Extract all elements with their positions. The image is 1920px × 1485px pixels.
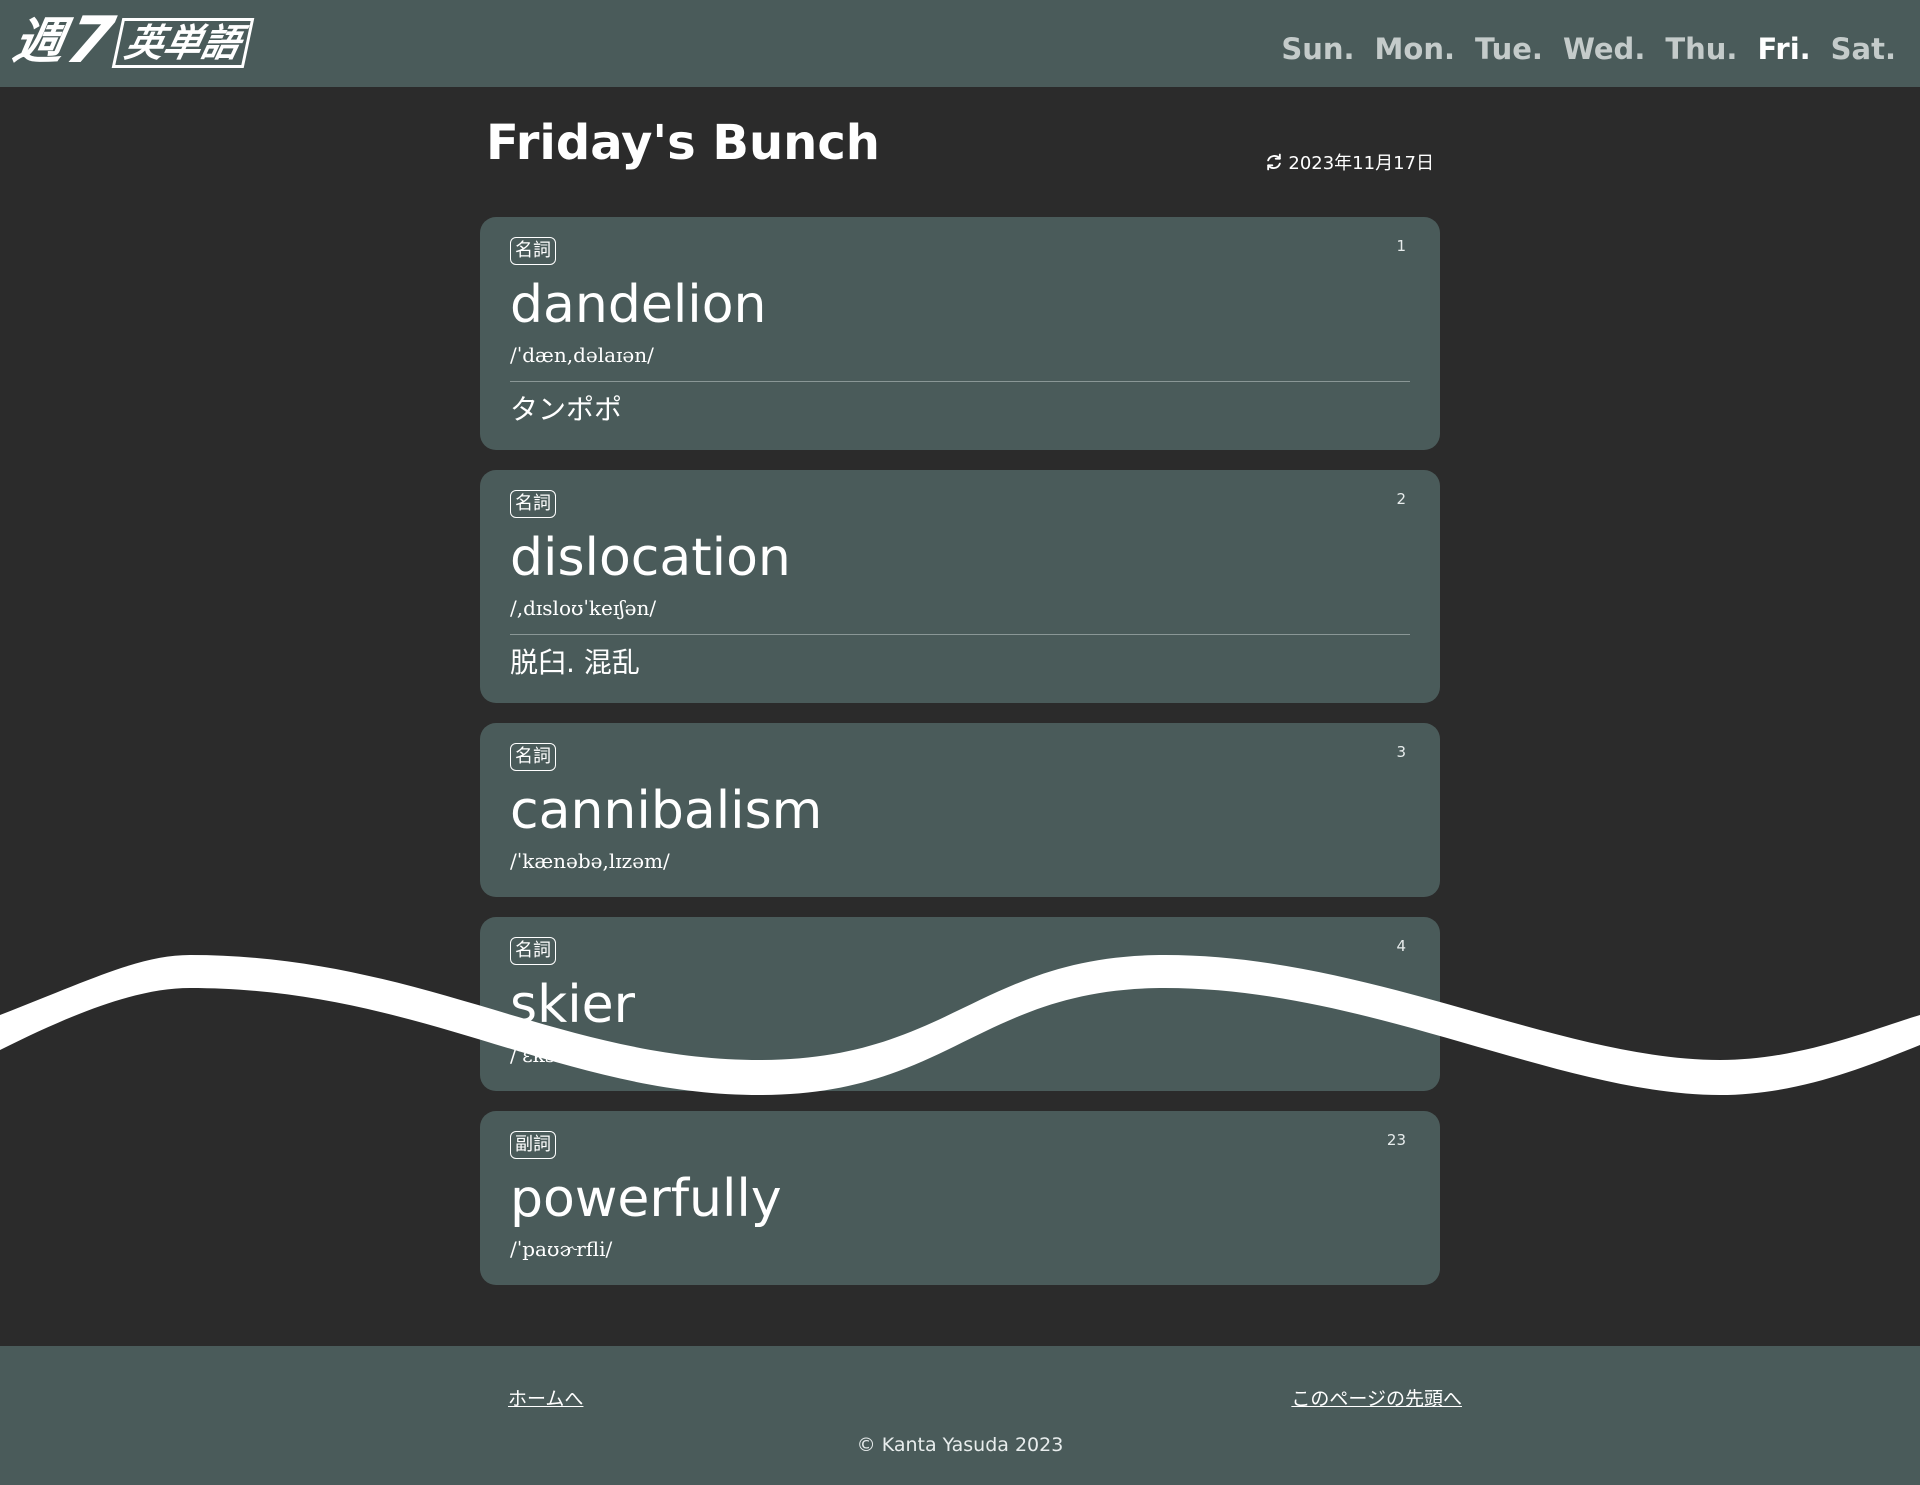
word-card: 2 名詞 dislocation /,dɪsloʊˈkeɪʃən/ 脱臼. 混乱 (480, 470, 1440, 703)
page-title: Friday's Bunch (486, 115, 880, 171)
card-number: 4 (1396, 937, 1406, 955)
page: 週 7 英単語 Sun. Mon. Tue. Wed. Thu. Fri. Sa… (0, 0, 1920, 1485)
header: 週 7 英単語 Sun. Mon. Tue. Wed. Thu. Fri. Sa… (0, 0, 1920, 87)
word-heading: cannibalism (510, 781, 823, 841)
card-number: 23 (1386, 1131, 1406, 1149)
part-of-speech-badge: 名詞 (510, 743, 556, 771)
part-of-speech-badge: 名詞 (510, 490, 556, 518)
main-content: Friday's Bunch 2023年11月17日 1 名詞 dandelio… (480, 87, 1440, 1305)
updated-date: 2023年11月17日 (1264, 149, 1434, 175)
part-of-speech-badge: 名詞 (510, 237, 556, 265)
nav-mon[interactable]: Mon. (1375, 32, 1455, 66)
logo[interactable]: 週 7 英単語 (9, 4, 254, 78)
updated-date-text: 2023年11月17日 (1288, 153, 1434, 174)
back-to-top-link[interactable]: このページの先頭へ (1291, 1384, 1462, 1411)
logo-kanji: 週 (8, 12, 70, 70)
card-number: 2 (1396, 490, 1406, 508)
pronunciation: /ˈkænəbə,lɪzəm/ (510, 849, 670, 873)
word-heading: dislocation (510, 528, 791, 588)
word-card: 1 名詞 dandelion /ˈdæn,dəlaɪən/ タンポポ (480, 217, 1440, 450)
pronunciation: /ˈdæn,dəlaɪən/ (510, 343, 654, 367)
nav-fri[interactable]: Fri. (1757, 32, 1810, 66)
pronunciation: /ˈpaʊɚrfli/ (510, 1237, 613, 1261)
word-card: 23 副詞 powerfully /ˈpaʊɚrfli/ (480, 1111, 1440, 1285)
pronunciation: /,dɪsloʊˈkeɪʃən/ (510, 596, 657, 620)
word-heading: dandelion (510, 275, 767, 335)
refresh-icon (1267, 153, 1282, 171)
card-number: 1 (1396, 237, 1406, 255)
part-of-speech-badge: 名詞 (510, 937, 556, 965)
logo-number: 7 (60, 4, 121, 78)
title-row: Friday's Bunch 2023年11月17日 (480, 87, 1440, 217)
word-heading: skier (510, 975, 636, 1035)
card-number: 3 (1396, 743, 1406, 761)
word-card: 3 名詞 cannibalism /ˈkænəbə,lɪzəm/ (480, 723, 1440, 897)
copyright: © Kanta Yasuda 2023 (856, 1434, 1064, 1456)
word-heading: powerfully (510, 1169, 782, 1229)
home-link[interactable]: ホームへ (508, 1384, 583, 1411)
nav-sat[interactable]: Sat. (1831, 32, 1896, 66)
meaning: タンポポ (510, 393, 623, 426)
weekday-nav: Sun. Mon. Tue. Wed. Thu. Fri. Sat. (1281, 0, 1896, 97)
footer: ホームへ このページの先頭へ © Kanta Yasuda 2023 (0, 1346, 1920, 1485)
meaning: 脱臼. 混乱 (510, 646, 640, 679)
pronunciation: /ˈɛkskwɪzɪt/ (510, 1043, 623, 1067)
logo-word: 英単語 (111, 18, 254, 68)
nav-tue[interactable]: Tue. (1475, 32, 1543, 66)
nav-sun[interactable]: Sun. (1281, 32, 1354, 66)
nav-wed[interactable]: Wed. (1563, 32, 1645, 66)
word-card: 4 名詞 skier /ˈɛkskwɪzɪt/ (480, 917, 1440, 1091)
nav-thu[interactable]: Thu. (1665, 32, 1737, 66)
part-of-speech-badge: 副詞 (510, 1131, 556, 1159)
